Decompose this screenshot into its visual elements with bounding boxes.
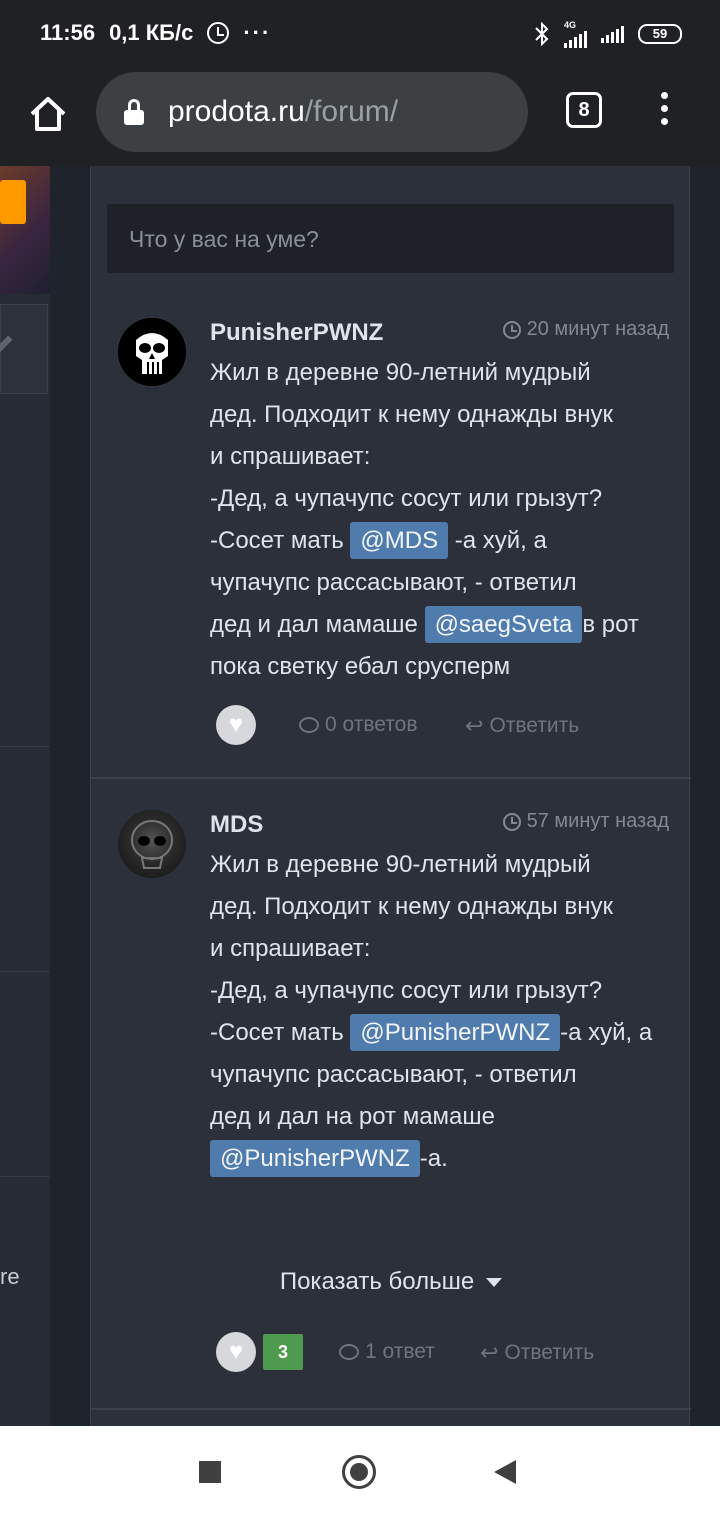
post-divider xyxy=(91,777,691,779)
post-actions: ♥ 3 1 ответ ↩ Ответить xyxy=(91,1332,691,1372)
status-time: 11:56 xyxy=(40,20,96,45)
sidebar-partial-text: re xyxy=(0,1264,20,1289)
post-author[interactable]: PunisherPWNZ xyxy=(210,319,383,347)
bluetooth-icon xyxy=(535,22,549,46)
reply-button[interactable]: ↩ Ответить xyxy=(480,1340,594,1366)
avatar[interactable] xyxy=(118,810,186,878)
pencil-icon xyxy=(0,335,13,353)
signal-2-icon xyxy=(601,25,624,43)
like-button[interactable]: ♥ xyxy=(216,705,256,745)
feed-panel: Что у вас на уме? PunisherPWNZ 20 минут … xyxy=(90,166,691,1426)
heart-icon: ♥ xyxy=(228,711,244,738)
alarm-icon xyxy=(207,22,230,44)
clock-icon xyxy=(502,812,521,831)
mention-link[interactable]: @PunisherPWNZ xyxy=(350,1014,561,1051)
mention-link[interactable]: @PunisherPWNZ xyxy=(210,1140,420,1177)
comment-icon xyxy=(339,1344,359,1360)
browser-toolbar: prodota.ru/forum/ 8 xyxy=(0,70,720,166)
post-author[interactable]: MDS xyxy=(210,811,263,839)
status-bar: 11:56 0,1 КБ/с ··· 4G 59 xyxy=(0,0,720,70)
show-more-button[interactable]: Показать больше xyxy=(91,1268,691,1296)
post-text: Жил в деревне 90-летний мудрый дед. Подх… xyxy=(210,359,639,680)
post-actions: ♥ 0 ответов ↩ Ответить xyxy=(91,705,691,745)
comment-icon xyxy=(299,717,319,733)
url-text: prodota.ru/forum/ xyxy=(168,95,399,128)
reply-icon: ↩ xyxy=(465,713,484,738)
reply-button[interactable]: ↩ Ответить xyxy=(465,713,579,739)
mention-link[interactable]: @MDS xyxy=(350,522,449,559)
page-content: re Что у вас на уме? PunisherPWNZ 20 мин… xyxy=(0,166,720,1426)
left-sidebar: re xyxy=(0,166,50,1426)
post-time: 57 минут назад xyxy=(502,810,669,833)
mention-link[interactable]: @saegSveta xyxy=(424,606,583,643)
skull-icon xyxy=(118,318,186,386)
orange-badge[interactable] xyxy=(0,180,26,224)
post-time: 20 минут назад xyxy=(502,318,669,341)
skull-sketch-icon xyxy=(131,820,173,869)
like-button[interactable]: ♥ xyxy=(216,1332,256,1372)
lock-icon xyxy=(124,99,146,125)
avatar[interactable] xyxy=(118,318,186,386)
status-input[interactable]: Что у вас на уме? xyxy=(107,204,674,273)
caret-down-icon xyxy=(486,1278,503,1288)
home-nav-icon[interactable] xyxy=(342,1455,376,1489)
address-bar[interactable]: prodota.ru/forum/ xyxy=(96,72,528,152)
network-type: 4G xyxy=(564,20,577,30)
heart-icon: ♥ xyxy=(228,1338,244,1365)
post-text: Жил в деревне 90-летний мудрый дед. Подх… xyxy=(210,844,680,1180)
clock-icon xyxy=(502,320,521,339)
like-count-badge[interactable]: 3 xyxy=(263,1334,303,1370)
sidebar-divider xyxy=(0,971,50,972)
battery-icon: 59 xyxy=(638,24,682,44)
replies-link[interactable]: 1 ответ xyxy=(339,1340,435,1364)
status-speed: 0,1 КБ/с xyxy=(109,20,194,45)
sidebar-divider xyxy=(0,746,50,747)
post-divider xyxy=(91,1408,691,1410)
edit-panel[interactable] xyxy=(0,304,48,394)
tab-switcher-button[interactable]: 8 xyxy=(566,92,602,128)
sidebar-divider xyxy=(0,1176,50,1177)
replies-link[interactable]: 0 ответов xyxy=(299,713,417,737)
reply-icon: ↩ xyxy=(480,1340,499,1365)
home-icon[interactable] xyxy=(26,92,70,136)
recents-icon[interactable] xyxy=(199,1461,221,1483)
notification-dots-icon: ··· xyxy=(243,20,272,45)
system-navigation-bar xyxy=(0,1426,720,1520)
back-icon[interactable] xyxy=(494,1460,516,1484)
signal-icon xyxy=(564,30,587,48)
more-vert-icon[interactable] xyxy=(654,92,674,132)
